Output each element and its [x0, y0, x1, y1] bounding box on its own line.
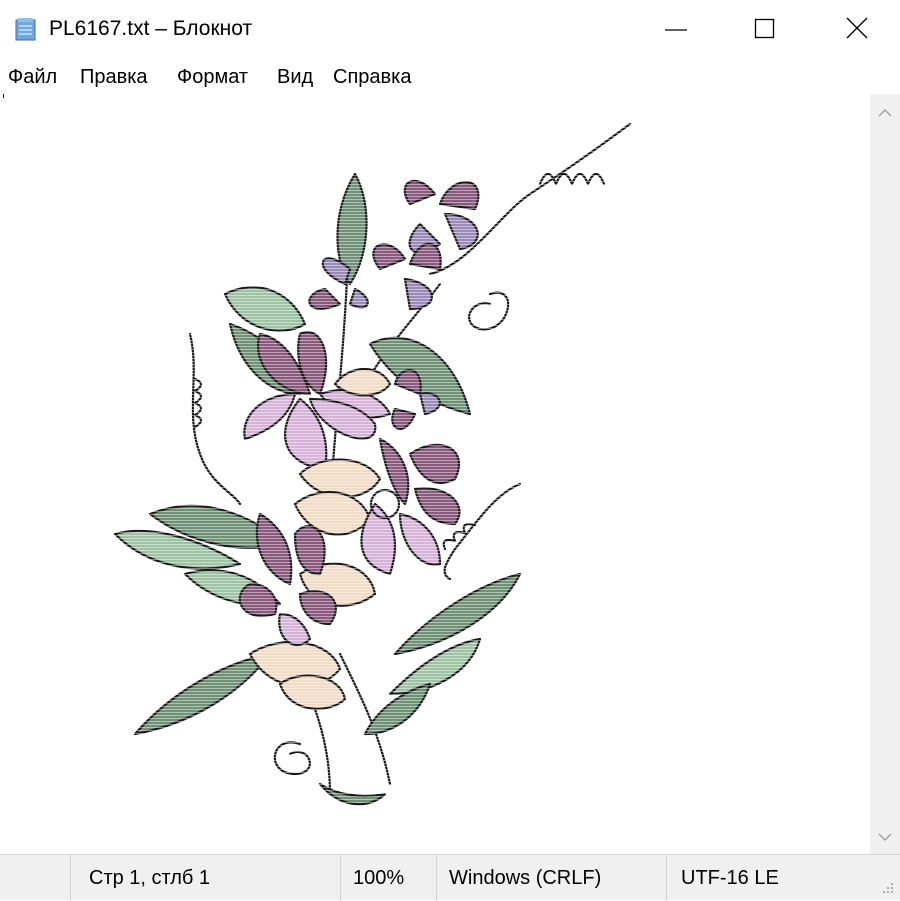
menu-edit[interactable]: Правка [80, 65, 148, 89]
status-bar: Стр 1, стлб 1 100% Windows (CRLF) UTF-16… [0, 854, 900, 901]
status-zoom: 100% [353, 867, 405, 889]
status-divider [436, 855, 437, 901]
scroll-down-button[interactable] [870, 822, 900, 852]
status-divider [340, 855, 341, 901]
scroll-up-button[interactable] [870, 98, 900, 128]
minimize-icon [665, 29, 687, 31]
notepad-icon [15, 18, 36, 41]
status-cursor-position: Стр 1, стлб 1 [89, 867, 211, 889]
text-caret [3, 94, 4, 98]
maximize-button[interactable] [720, 0, 810, 58]
menu-format[interactable]: Формат [177, 65, 248, 89]
menu-help[interactable]: Справка [333, 65, 411, 89]
vertical-scrollbar[interactable] [870, 94, 900, 854]
chevron-up-icon [878, 109, 892, 117]
status-encoding: UTF-16 LE [681, 867, 779, 889]
resize-grip-icon[interactable] [882, 882, 894, 894]
window-title: PL6167.txt – Блокнот [49, 17, 253, 40]
status-divider [666, 855, 667, 901]
menu-file[interactable]: Файл [8, 65, 57, 89]
menu-bar: Файл Правка Формат Вид Справка [0, 58, 900, 94]
title-bar: PL6167.txt – Блокнот [0, 0, 900, 58]
maximize-icon [754, 18, 775, 39]
menu-view[interactable]: Вид [277, 65, 313, 89]
chevron-down-icon [878, 833, 892, 841]
status-line-endings: Windows (CRLF) [449, 867, 602, 889]
close-icon [846, 17, 868, 39]
status-divider [70, 855, 71, 901]
floral-ascii-art [100, 114, 660, 834]
minimize-button[interactable] [630, 0, 720, 58]
close-button[interactable] [810, 0, 900, 58]
text-editor-area[interactable] [0, 94, 870, 854]
